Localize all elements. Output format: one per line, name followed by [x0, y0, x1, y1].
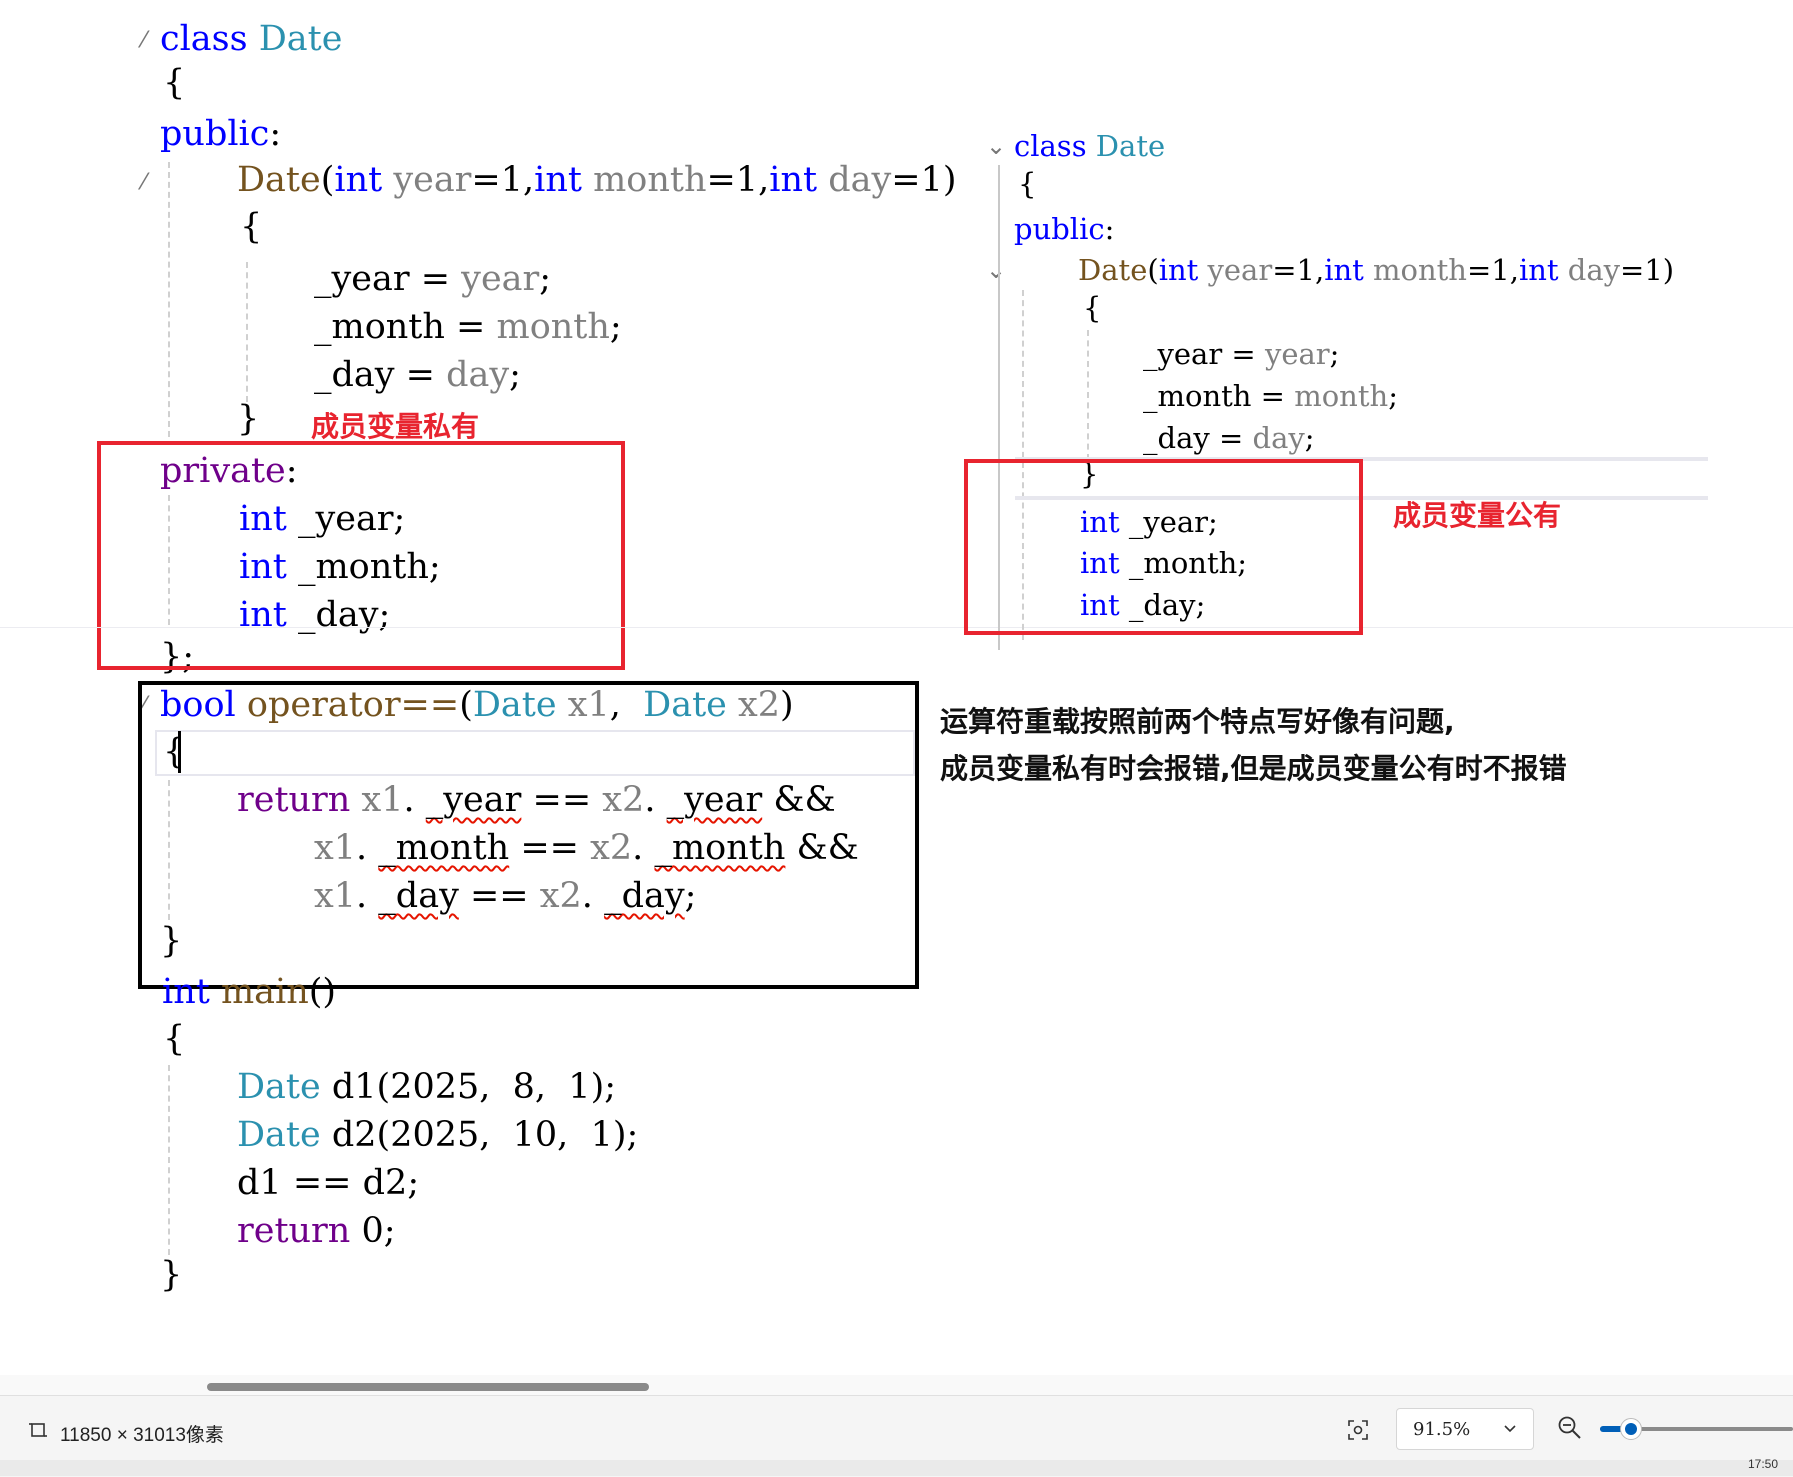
public-note-label: 成员变量公有: [1393, 499, 1562, 532]
image-dimensions-label: 11850 × 31013像素: [60, 1425, 224, 1446]
zoom-out-icon[interactable]: [1557, 1415, 1583, 1441]
code-line: class Date: [1014, 129, 1166, 163]
code-line: d1 == d2;: [237, 1163, 420, 1203]
chevron-down-icon[interactable]: ⌄: [986, 256, 1006, 284]
taskbar: 17:50: [0, 1457, 1793, 1476]
code-line: _day = day;: [314, 355, 521, 395]
code-line: _month = month;: [314, 307, 622, 347]
indent-guide: [246, 262, 248, 402]
code-line: class Date: [160, 19, 343, 59]
code-line: {: [240, 207, 263, 247]
code-line: return 0;: [237, 1211, 396, 1251]
public-members-highlight: [964, 459, 1363, 635]
scrollbar-thumb[interactable]: [207, 1383, 649, 1391]
fold-marker-icon: ⁄: [142, 170, 146, 195]
private-members-highlight: [97, 441, 625, 670]
chevron-down-icon[interactable]: ⌄: [986, 132, 1006, 160]
fit-to-window-icon[interactable]: [1346, 1418, 1370, 1442]
code-line: }: [160, 1255, 183, 1295]
code-line: {: [1083, 291, 1102, 325]
indent-guide: [168, 162, 170, 437]
code-line: _month = month;: [1143, 379, 1398, 413]
code-line: int main(): [162, 972, 337, 1012]
image-seam: [0, 627, 1793, 628]
chevron-down-icon[interactable]: [1503, 1423, 1517, 1435]
code-line: Date(int year=1,int month=1,int day=1): [1078, 253, 1675, 287]
code-line: Date(int year=1,int month=1,int day=1): [237, 160, 957, 200]
main-code-block: int main() { Date d1(2025, 8, 1); Date d…: [0, 0, 638, 1293]
code-line: public:: [1014, 212, 1115, 246]
code-line: {: [163, 1019, 186, 1059]
image-canvas: ⁄ class Date { public: ⁄ Date(int year=1…: [0, 0, 1793, 1395]
code-line: public:: [160, 114, 282, 154]
crop-frame-icon: [29, 1423, 47, 1437]
clock-text: 17:50: [1748, 1457, 1779, 1471]
zoom-slider-thumb[interactable]: [1620, 1418, 1642, 1440]
code-line: Date d1(2025, 8, 1);: [237, 1067, 617, 1107]
code-line: Date d2(2025, 10, 1);: [237, 1115, 639, 1155]
code-line: }: [237, 399, 260, 439]
issue-note-line-1: 运算符重载按照前两个特点写好像有问题,: [940, 705, 1455, 738]
code-line: _year = year;: [1143, 337, 1340, 371]
fold-marker-icon: ⁄: [142, 28, 146, 53]
zoom-value: 91.5%: [1413, 1419, 1471, 1440]
issue-note-line-2: 成员变量私有时会报错,但是成员变量公有时不报错: [940, 752, 1567, 785]
zoom-select[interactable]: 91.5%: [1396, 1408, 1534, 1450]
code-line: _day = day;: [1143, 421, 1315, 455]
code-line: _year = year;: [314, 259, 552, 299]
indent-guide: [168, 1065, 170, 1255]
code-line: {: [1018, 167, 1037, 201]
private-note-label: 成员变量私有: [311, 410, 480, 443]
indent-guide: [1087, 330, 1089, 460]
operator-highlight-box: [138, 681, 919, 989]
code-line: {: [163, 63, 186, 103]
